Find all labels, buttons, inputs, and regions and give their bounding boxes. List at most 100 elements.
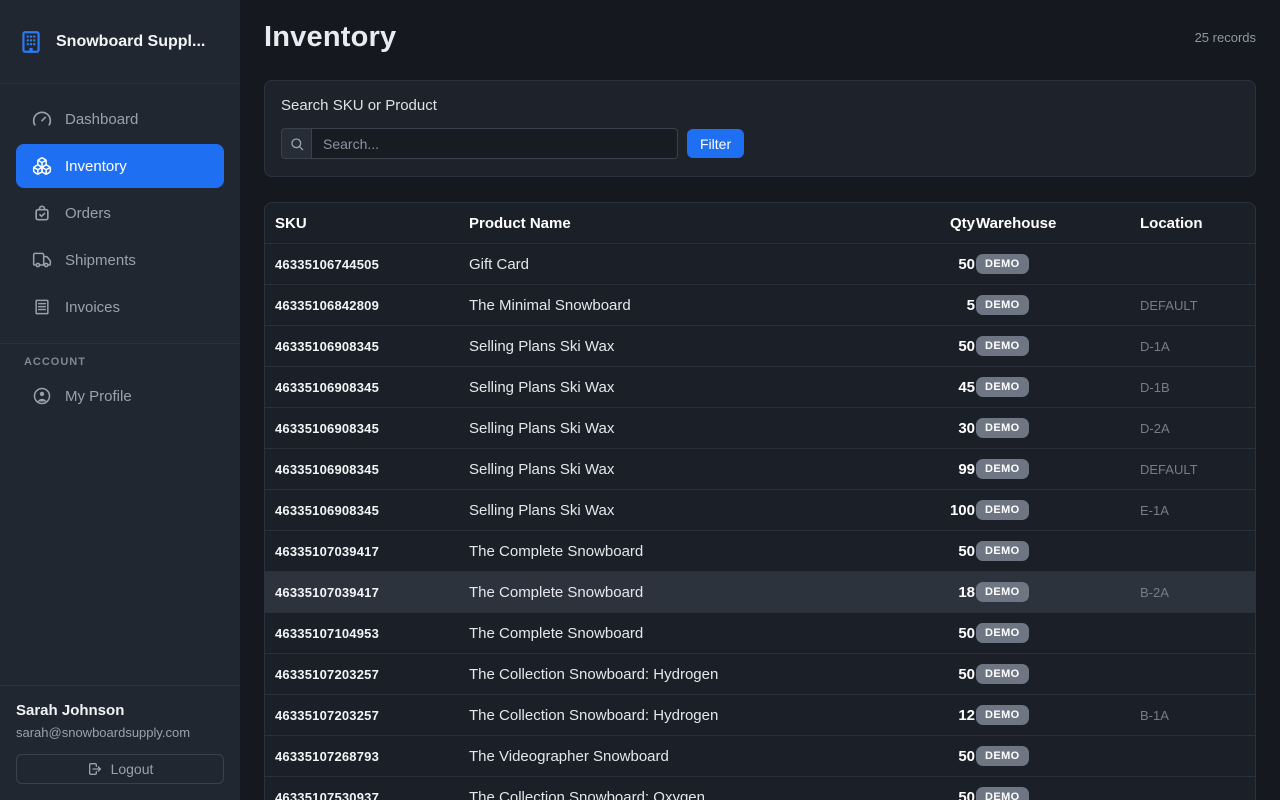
sidebar-item-my-profile[interactable]: My Profile bbox=[16, 374, 224, 418]
sidebar: Snowboard Suppl... Dashboard bbox=[0, 0, 240, 800]
sidebar-item-shipments[interactable]: Shipments bbox=[16, 238, 224, 282]
sku-cell: 46335106908345 bbox=[275, 339, 469, 354]
warehouse-cell: DEMO bbox=[975, 500, 1140, 520]
table-row[interactable]: 46335106908345 Selling Plans Ski Wax 100… bbox=[265, 490, 1255, 531]
warehouse-cell: DEMO bbox=[975, 623, 1140, 643]
warehouse-badge: DEMO bbox=[976, 787, 1029, 800]
column-header-sku: SKU bbox=[275, 215, 469, 232]
sku-cell: 46335106908345 bbox=[275, 421, 469, 436]
sidebar-item-dashboard[interactable]: Dashboard bbox=[16, 97, 224, 141]
logout-button[interactable]: Logout bbox=[16, 754, 224, 784]
qty-cell: 50 bbox=[925, 789, 975, 800]
table-row[interactable]: 46335106744505 Gift Card 50 DEMO bbox=[265, 244, 1255, 285]
table-row[interactable]: 46335106908345 Selling Plans Ski Wax 30 … bbox=[265, 408, 1255, 449]
product-name-cell: The Collection Snowboard: Hydrogen bbox=[469, 666, 925, 683]
invoice-icon bbox=[32, 297, 52, 317]
column-header-warehouse: Warehouse bbox=[975, 215, 1140, 232]
search-input[interactable] bbox=[312, 128, 678, 159]
column-header-location: Location bbox=[1140, 215, 1245, 232]
table-row[interactable]: 46335107039417 The Complete Snowboard 18… bbox=[265, 572, 1255, 613]
location-cell: DEFAULT bbox=[1140, 298, 1245, 313]
search-label: Search SKU or Product bbox=[281, 97, 1239, 114]
warehouse-badge: DEMO bbox=[976, 705, 1029, 725]
account-section-label: ACCOUNT bbox=[0, 344, 240, 370]
qty-cell: 45 bbox=[925, 379, 975, 396]
qty-cell: 50 bbox=[925, 338, 975, 355]
sku-cell: 46335107203257 bbox=[275, 667, 469, 682]
sku-cell: 46335106908345 bbox=[275, 380, 469, 395]
warehouse-cell: DEMO bbox=[975, 336, 1140, 356]
column-header-qty: Qty bbox=[925, 215, 975, 232]
location-cell: D-1B bbox=[1140, 380, 1245, 395]
sku-cell: 46335107530937 bbox=[275, 790, 469, 800]
warehouse-badge: DEMO bbox=[976, 377, 1029, 397]
sku-cell: 46335106908345 bbox=[275, 503, 469, 518]
qty-cell: 50 bbox=[925, 625, 975, 642]
warehouse-cell: DEMO bbox=[975, 459, 1140, 479]
logout-icon bbox=[87, 761, 103, 777]
sku-cell: 46335107039417 bbox=[275, 585, 469, 600]
table-row[interactable]: 46335107104953 The Complete Snowboard 50… bbox=[265, 613, 1255, 654]
records-count: 25 records bbox=[1195, 30, 1256, 45]
warehouse-badge: DEMO bbox=[976, 500, 1029, 520]
warehouse-badge: DEMO bbox=[976, 254, 1029, 274]
table-row[interactable]: 46335106908345 Selling Plans Ski Wax 50 … bbox=[265, 326, 1255, 367]
table-row[interactable]: 46335107203257 The Collection Snowboard:… bbox=[265, 695, 1255, 736]
main-content: Inventory 25 records Search SKU or Produ… bbox=[240, 0, 1280, 800]
location-cell: E-1A bbox=[1140, 503, 1245, 518]
qty-cell: 50 bbox=[925, 748, 975, 765]
table-row[interactable]: 46335107268793 The Videographer Snowboar… bbox=[265, 736, 1255, 777]
shopping-bag-icon bbox=[32, 203, 52, 223]
table-row[interactable]: 46335106908345 Selling Plans Ski Wax 45 … bbox=[265, 367, 1255, 408]
sidebar-item-invoices[interactable]: Invoices bbox=[16, 285, 224, 329]
product-name-cell: Selling Plans Ski Wax bbox=[469, 502, 925, 519]
search-icon[interactable] bbox=[281, 128, 312, 159]
logout-label: Logout bbox=[111, 761, 154, 777]
qty-cell: 50 bbox=[925, 666, 975, 683]
warehouse-badge: DEMO bbox=[976, 664, 1029, 684]
filter-button[interactable]: Filter bbox=[687, 129, 744, 158]
location-cell: DEFAULT bbox=[1140, 462, 1245, 477]
warehouse-cell: DEMO bbox=[975, 787, 1140, 800]
product-name-cell: The Complete Snowboard bbox=[469, 625, 925, 642]
product-name-cell: The Complete Snowboard bbox=[469, 584, 925, 601]
user-email: sarah@snowboardsupply.com bbox=[16, 725, 224, 740]
product-name-cell: The Collection Snowboard: Oxygen bbox=[469, 789, 925, 800]
warehouse-cell: DEMO bbox=[975, 664, 1140, 684]
table-row[interactable]: 46335107530937 The Collection Snowboard:… bbox=[265, 777, 1255, 800]
user-name: Sarah Johnson bbox=[16, 702, 224, 719]
table-body: 46335106744505 Gift Card 50 DEMO 4633510… bbox=[265, 244, 1255, 800]
product-name-cell: Selling Plans Ski Wax bbox=[469, 338, 925, 355]
warehouse-cell: DEMO bbox=[975, 295, 1140, 315]
sku-cell: 46335107203257 bbox=[275, 708, 469, 723]
boxes-icon bbox=[32, 156, 52, 176]
product-name-cell: The Minimal Snowboard bbox=[469, 297, 925, 314]
table-row[interactable]: 46335106908345 Selling Plans Ski Wax 99 … bbox=[265, 449, 1255, 490]
truck-icon bbox=[32, 250, 52, 270]
search-row: Filter bbox=[281, 128, 1239, 159]
sku-cell: 46335107268793 bbox=[275, 749, 469, 764]
sidebar-item-label: Dashboard bbox=[65, 111, 138, 128]
sidebar-item-orders[interactable]: Orders bbox=[16, 191, 224, 235]
gauge-icon bbox=[32, 109, 52, 129]
warehouse-badge: DEMO bbox=[976, 418, 1029, 438]
table-row[interactable]: 46335107039417 The Complete Snowboard 50… bbox=[265, 531, 1255, 572]
product-name-cell: Selling Plans Ski Wax bbox=[469, 420, 925, 437]
sidebar-item-label: My Profile bbox=[65, 388, 132, 405]
table-header-row: SKU Product Name Qty Warehouse Location bbox=[265, 203, 1255, 244]
qty-cell: 5 bbox=[925, 297, 975, 314]
sidebar-item-inventory[interactable]: Inventory bbox=[16, 144, 224, 188]
sku-cell: 46335107039417 bbox=[275, 544, 469, 559]
table-row[interactable]: 46335107203257 The Collection Snowboard:… bbox=[265, 654, 1255, 695]
location-cell: D-2A bbox=[1140, 421, 1245, 436]
warehouse-cell: DEMO bbox=[975, 541, 1140, 561]
user-circle-icon bbox=[32, 386, 52, 406]
table-row[interactable]: 46335106842809 The Minimal Snowboard 5 D… bbox=[265, 285, 1255, 326]
search-card: Search SKU or Product Filter bbox=[264, 80, 1256, 177]
sidebar-item-label: Invoices bbox=[65, 299, 120, 316]
location-cell: B-2A bbox=[1140, 585, 1245, 600]
warehouse-cell: DEMO bbox=[975, 254, 1140, 274]
product-name-cell: The Collection Snowboard: Hydrogen bbox=[469, 707, 925, 724]
qty-cell: 12 bbox=[925, 707, 975, 724]
qty-cell: 30 bbox=[925, 420, 975, 437]
